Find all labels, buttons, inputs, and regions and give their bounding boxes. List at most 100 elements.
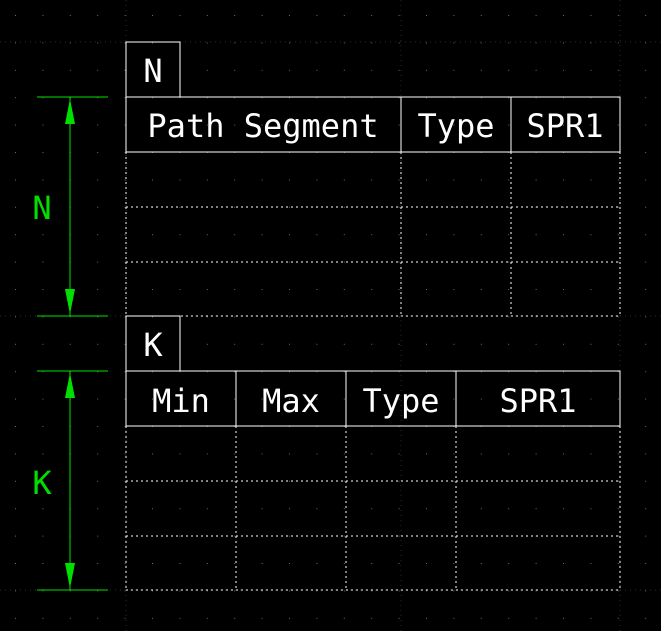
table-k-label: K	[143, 326, 163, 364]
grid-dot	[453, 343, 455, 345]
grid-dot	[97, 15, 99, 16]
grid-dot	[289, 453, 290, 455]
grid-dot	[563, 15, 564, 16]
grid-dot	[152, 15, 153, 16]
grid-dot	[343, 261, 345, 263]
grid-dot	[97, 69, 99, 71]
grid-dot	[645, 152, 647, 153]
grid-dot	[289, 261, 290, 263]
grid-dot	[343, 343, 345, 345]
grid-dot	[15, 343, 16, 345]
grid-dot	[42, 617, 44, 619]
grid-dot	[124, 179, 126, 181]
grid-dot	[535, 289, 537, 290]
grid-dot	[15, 316, 16, 318]
grid-dot	[152, 508, 153, 510]
grid-dot	[97, 508, 99, 510]
grid-dot	[398, 590, 400, 592]
grid-dot	[398, 316, 400, 318]
grid-dot	[371, 234, 373, 236]
grid-dot	[617, 398, 619, 400]
grid-dot	[645, 480, 647, 482]
grid-dot	[590, 179, 592, 181]
grid-dot	[179, 289, 181, 290]
grid-dot	[590, 453, 592, 455]
grid-dot	[15, 480, 16, 482]
grid-dot	[124, 480, 126, 482]
grid-dot	[179, 480, 181, 482]
grid-dot	[234, 289, 236, 290]
grid-dot	[343, 69, 345, 71]
grid-dot	[152, 42, 153, 44]
grid-dot	[124, 42, 126, 44]
grid-dot	[371, 563, 373, 564]
grid-dot	[508, 590, 510, 592]
grid-dot	[206, 343, 208, 345]
grid-dot	[426, 617, 427, 619]
grid-dot	[69, 590, 71, 592]
grid-dot	[563, 453, 564, 455]
grid-dot	[289, 590, 290, 592]
grid-dot	[645, 535, 647, 537]
grid-dot	[535, 179, 537, 181]
grid-dot	[206, 234, 208, 236]
grid-dot	[480, 343, 482, 345]
grid-dot	[69, 69, 71, 71]
grid-dot	[234, 234, 236, 236]
grid-dot	[97, 398, 99, 400]
grid-dot	[42, 15, 44, 16]
grid-dot	[453, 535, 455, 537]
grid-dot	[179, 590, 181, 592]
grid-dot	[97, 617, 99, 619]
grid-dot	[426, 289, 427, 290]
grid-dot	[535, 508, 537, 510]
grid-dot	[289, 69, 290, 71]
grid-dot	[617, 179, 619, 181]
grid-dot	[508, 42, 510, 44]
grid-dot	[124, 69, 126, 71]
grid-dot	[590, 289, 592, 290]
grid-dot	[42, 42, 44, 44]
grid-dot	[563, 206, 564, 208]
grid-dot	[206, 316, 208, 318]
grid-dot	[398, 535, 400, 537]
grid-dot	[97, 535, 99, 537]
grid-dot	[289, 289, 290, 290]
grid-dot	[316, 343, 318, 345]
grid-dot	[535, 343, 537, 345]
grid-dot	[645, 97, 647, 99]
grid-dot	[508, 261, 510, 263]
cad-drawing-canvas[interactable]: N Path Segment Type SPR1 K Min Max Type …	[0, 0, 661, 631]
grid-dot	[508, 69, 510, 71]
grid-dot	[535, 617, 537, 619]
grid-dot	[453, 69, 455, 71]
grid-dot	[15, 289, 16, 290]
grid-dot	[426, 316, 427, 318]
grid-dot	[206, 590, 208, 592]
grid-dot	[645, 15, 647, 16]
grid-dot	[453, 234, 455, 236]
grid-dot	[590, 398, 592, 400]
grid-dot	[480, 289, 482, 290]
grid-dot	[617, 42, 619, 44]
grid-dot	[289, 179, 290, 181]
table-n-label: N	[143, 52, 162, 90]
grid-dot	[97, 261, 99, 263]
grid-dot	[645, 69, 647, 71]
grid-dot	[124, 590, 126, 592]
grid-dot	[563, 563, 564, 564]
grid-dot	[371, 179, 373, 181]
grid-dot	[398, 289, 400, 290]
grid-dot	[453, 508, 455, 510]
grid-dot	[563, 42, 564, 44]
grid-dot	[316, 316, 318, 318]
grid-dot	[206, 69, 208, 71]
grid-dot	[261, 453, 263, 455]
grid-dot	[426, 343, 427, 345]
grid-dot	[261, 343, 263, 345]
grid-dot	[179, 206, 181, 208]
grid-dot	[289, 480, 290, 482]
grid-dot	[398, 69, 400, 71]
grid-dot	[398, 617, 400, 619]
grid-dot	[179, 617, 181, 619]
